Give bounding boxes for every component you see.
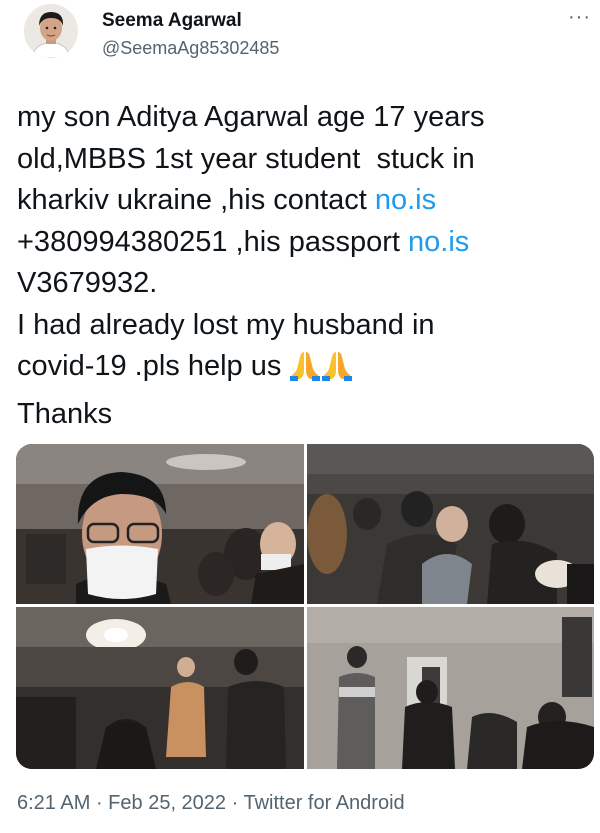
avatar[interactable] — [24, 4, 78, 58]
author-display-name[interactable]: Seema Agarwal — [102, 10, 242, 32]
meta-separator: · — [226, 792, 244, 814]
tweet-text: my son Aditya Agarwal age 17 years old,M… — [17, 97, 587, 435]
tweet-text-segment: V3679932. I had already lost my husband … — [17, 267, 435, 382]
tweet-date-link[interactable]: Feb 25, 2022 — [108, 792, 226, 814]
autolink-no-is[interactable]: no.is — [375, 184, 436, 216]
folded-hands-icon — [321, 349, 353, 394]
tweet-header: Seema Agarwal @SeemaAg85302485 ··· — [0, 0, 600, 80]
tweet-meta: 6:21 AM · Feb 25, 2022 · Twitter for And… — [17, 792, 405, 815]
media-photo-2[interactable] — [307, 444, 594, 604]
folded-hands-icon — [289, 349, 321, 394]
media-photo-3[interactable] — [16, 607, 304, 769]
media-grid — [16, 444, 594, 769]
media-photo-4[interactable] — [307, 607, 594, 769]
author-handle[interactable]: @SeemaAg85302485 — [102, 38, 279, 59]
tweet-time-link[interactable]: 6:21 AM — [17, 792, 90, 814]
media-photo-1[interactable] — [16, 444, 304, 604]
tweet-text-segment: +380994380251 ,his passport — [17, 225, 400, 258]
more-options-icon[interactable]: ··· — [568, 6, 591, 29]
tweet-text-segment: Thanks — [17, 397, 113, 430]
autolink-no-is[interactable]: no.is — [408, 226, 469, 258]
tweet-source-link[interactable]: Twitter for Android — [243, 792, 404, 814]
meta-separator: · — [90, 792, 109, 814]
